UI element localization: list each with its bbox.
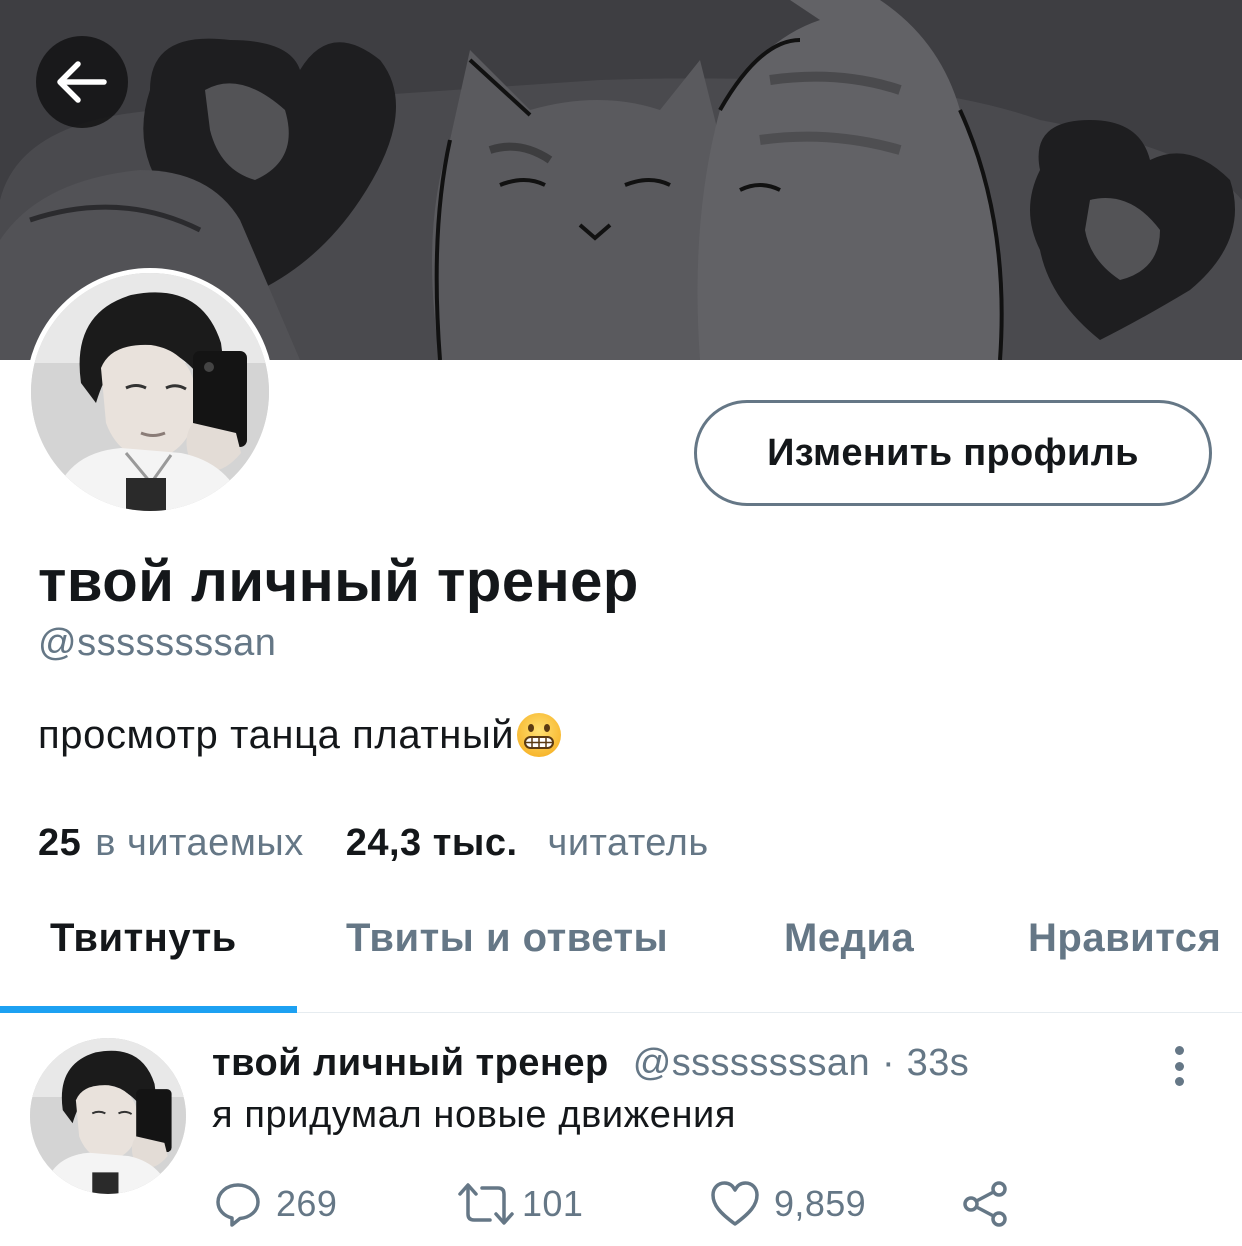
followers-count: 24,3 тыс. <box>345 822 518 864</box>
tab-likes[interactable]: Нравится <box>1028 916 1221 961</box>
tweet-author-handle[interactable]: @ssssssssan <box>633 1042 870 1085</box>
tweet-author-avatar[interactable] <box>30 1038 186 1194</box>
tweet-timestamp[interactable]: 33s <box>907 1042 969 1085</box>
tweet-header: твой личный тренер @ssssssssan · 33s <box>212 1042 969 1085</box>
tab-tweets-and-replies[interactable]: Твиты и ответы <box>346 916 668 961</box>
followers-link[interactable]: 24,3 тыс. читатель <box>346 822 709 865</box>
profile-bio: просмотр танца платный <box>38 712 562 758</box>
profile-avatar[interactable] <box>26 268 274 516</box>
retweet-button[interactable]: 101 <box>456 1180 583 1228</box>
edit-profile-button[interactable]: Изменить профиль <box>694 400 1212 506</box>
grimacing-face-emoji <box>517 713 562 757</box>
more-vertical-icon[interactable] <box>1164 1046 1194 1086</box>
avatar-photo <box>31 273 269 511</box>
reply-icon <box>216 1183 260 1227</box>
tab-media[interactable]: Медиа <box>784 916 914 961</box>
back-button[interactable] <box>36 36 128 128</box>
arrow-left-icon <box>57 61 107 103</box>
retweet-count: 101 <box>522 1183 584 1224</box>
like-count: 9,859 <box>774 1183 867 1224</box>
tweet-separator: · <box>882 1042 895 1084</box>
share-icon <box>963 1181 1007 1227</box>
profile-display-name: твой личный тренер <box>38 549 639 614</box>
like-button[interactable]: 9,859 <box>710 1180 866 1228</box>
bio-text: просмотр танца платный <box>38 712 515 757</box>
profile-stats: 25 в читаемых 24,3 тыс. читатель <box>38 822 709 865</box>
avatar-photo <box>30 1038 186 1194</box>
following-link[interactable]: 25 в читаемых <box>38 822 304 865</box>
active-tab-indicator <box>0 1006 297 1013</box>
retweet-icon <box>458 1183 514 1225</box>
share-button[interactable] <box>960 1180 1010 1228</box>
tweet-author-name[interactable]: твой личный тренер <box>212 1042 609 1085</box>
following-count: 25 <box>38 822 82 864</box>
tweet-text: я придумал новые движения <box>212 1094 737 1136</box>
following-label: в читаемых <box>95 822 304 864</box>
profile-tabs: Твитнуть Твиты и ответы Медиа Нравится <box>0 900 1242 1012</box>
tab-tweets[interactable]: Твитнуть <box>50 916 237 961</box>
reply-button[interactable]: 269 <box>214 1180 337 1228</box>
profile-handle: @ssssssssan <box>38 622 277 664</box>
followers-label: читатель <box>547 822 709 864</box>
like-icon <box>711 1181 759 1226</box>
reply-count: 269 <box>276 1183 338 1224</box>
